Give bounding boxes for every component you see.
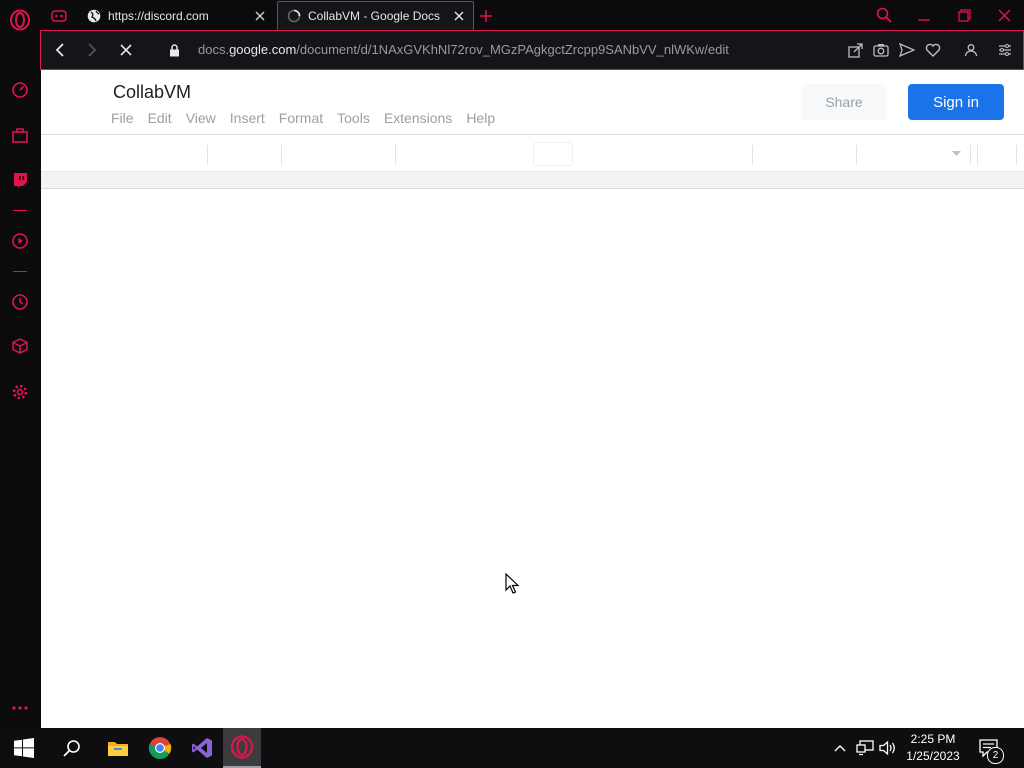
stop-loading-icon[interactable]	[115, 39, 137, 61]
start-icon[interactable]	[0, 728, 48, 768]
twitch-icon[interactable]	[8, 168, 32, 192]
share-page-icon[interactable]	[846, 41, 864, 59]
toolbar-divider	[1016, 145, 1017, 165]
shopping-icon[interactable]	[8, 123, 32, 147]
visual-studio-icon[interactable]	[182, 728, 222, 768]
toolbar-divider	[752, 145, 753, 165]
show-hidden-icons-icon[interactable]	[830, 728, 850, 768]
menu-extensions[interactable]: Extensions	[384, 110, 452, 126]
chrome-icon[interactable]	[140, 728, 180, 768]
sign-in-button[interactable]: Sign in	[908, 84, 1004, 120]
workspace-icon[interactable]	[46, 1, 72, 30]
tab-discord[interactable]: https://discord.com	[78, 1, 274, 30]
document-title[interactable]: CollabVM	[113, 82, 191, 103]
url-prefix: docs.	[198, 42, 230, 57]
url-path: /document/d/1NAxGVKhNl72rov_MGzPAgkgctZr…	[296, 42, 729, 57]
toolbar-divider	[207, 145, 208, 165]
speed-dial-icon[interactable]	[8, 78, 32, 102]
file-explorer-icon[interactable]	[96, 728, 140, 768]
mouse-cursor-icon	[505, 573, 519, 595]
toolbar-divider	[977, 145, 978, 165]
globe-icon	[86, 8, 102, 24]
system-clock[interactable]: 2:25 PM 1/25/2023	[903, 731, 963, 765]
menu-view[interactable]: View	[186, 110, 216, 126]
volume-icon[interactable]	[877, 728, 899, 768]
easy-setup-icon[interactable]	[996, 41, 1014, 59]
docs-menu-bar: File Edit View Insert Format Tools Exten…	[111, 110, 509, 126]
more-icon[interactable]	[8, 696, 32, 720]
heart-icon[interactable]	[924, 41, 942, 59]
snapshot-icon[interactable]	[872, 41, 890, 59]
toolbar-divider	[281, 145, 282, 165]
new-tab-icon[interactable]	[480, 1, 498, 30]
menu-tools[interactable]: Tools	[337, 110, 370, 126]
ruler	[41, 172, 1024, 189]
tab-title: https://discord.com	[108, 8, 209, 23]
settings-icon[interactable]	[8, 380, 32, 404]
opera-icon[interactable]	[223, 728, 261, 768]
notification-count-badge: 2	[987, 747, 1004, 764]
extensions-icon[interactable]	[8, 334, 32, 358]
notification-center-icon[interactable]: 2	[972, 728, 1006, 768]
dropdown-arrow-icon[interactable]	[952, 151, 961, 156]
menu-format[interactable]: Format	[279, 110, 323, 126]
sidebar-divider	[13, 210, 27, 211]
menu-edit[interactable]: Edit	[148, 110, 172, 126]
document-canvas[interactable]	[41, 189, 1024, 728]
menu-help[interactable]: Help	[466, 110, 495, 126]
tab-collabvm-docs[interactable]: CollabVM - Google Docs	[277, 1, 474, 30]
forward-icon[interactable]	[81, 39, 103, 61]
tab-title: CollabVM - Google Docs	[308, 9, 441, 23]
clock-time: 2:25 PM	[910, 732, 956, 746]
share-button[interactable]: Share	[801, 84, 887, 120]
font-size-box[interactable]	[533, 142, 573, 166]
opera-sidebar	[0, 0, 40, 728]
back-icon[interactable]	[49, 39, 71, 61]
docs-page: CollabVM File Edit View Insert Format To…	[41, 70, 1024, 728]
search-tabs-icon[interactable]	[873, 4, 895, 26]
restore-icon[interactable]	[953, 4, 975, 26]
lock-icon[interactable]	[163, 39, 185, 61]
player-icon[interactable]	[8, 229, 32, 253]
close-window-icon[interactable]	[993, 4, 1015, 26]
account-icon[interactable]	[962, 41, 980, 59]
toolbar-divider	[856, 145, 857, 165]
windows-taskbar: 2:25 PM 1/25/2023 2	[0, 728, 1024, 768]
close-tab-icon[interactable]	[250, 6, 270, 26]
address-bar: docs.google.com/document/d/1NAxGVKhNl72r…	[40, 30, 1024, 70]
menu-insert[interactable]: Insert	[230, 110, 265, 126]
toolbar-divider	[970, 145, 971, 165]
history-icon[interactable]	[8, 290, 32, 314]
toolbar-divider	[395, 145, 396, 165]
network-icon[interactable]	[854, 728, 876, 768]
loading-spinner-icon	[286, 8, 302, 24]
menu-file[interactable]: File	[111, 110, 134, 126]
clock-date: 1/25/2023	[906, 749, 960, 763]
docs-toolbar	[41, 134, 1024, 172]
search-icon[interactable]	[48, 728, 96, 768]
url-host: google.com	[229, 42, 297, 57]
opera-logo-icon[interactable]	[8, 8, 32, 32]
minimize-icon[interactable]	[913, 4, 935, 26]
close-tab-icon[interactable]	[449, 6, 469, 26]
send-icon[interactable]	[898, 41, 916, 59]
sidebar-divider	[13, 271, 27, 272]
tab-strip: https://discord.com CollabVM - Google Do…	[40, 0, 1024, 30]
url-field[interactable]: docs.google.com/document/d/1NAxGVKhNl72r…	[198, 42, 729, 57]
